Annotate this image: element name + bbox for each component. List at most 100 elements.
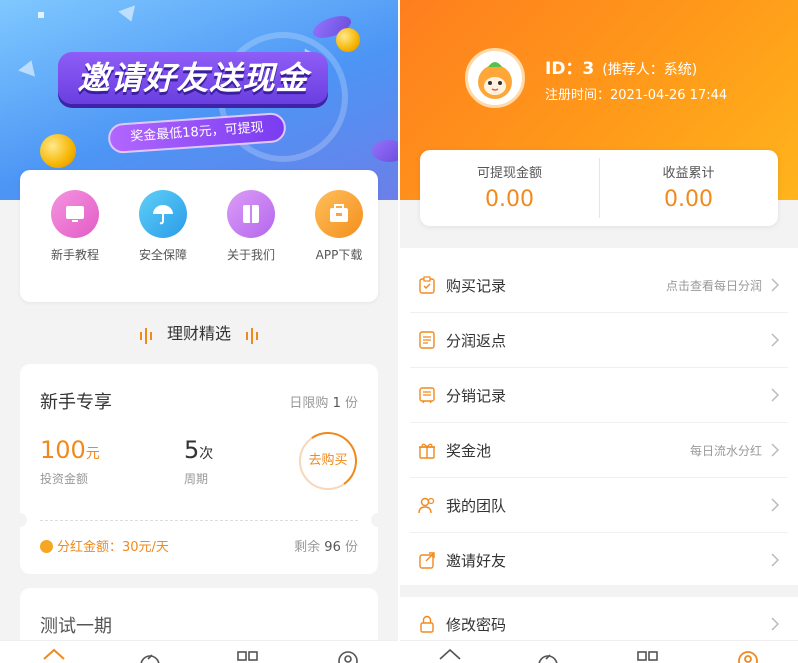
quick-link-label: 新手教程	[50, 248, 99, 262]
home-icon[interactable]	[438, 647, 462, 663]
clipboard-icon	[419, 276, 435, 294]
product-name: 测试一期	[40, 616, 112, 637]
home-screen: 邀请好友送现金 奖金最低18元，可提现 新手教程 安全保障 关于我们 APP下载…	[0, 0, 398, 663]
investment-amount: 100元	[40, 436, 100, 464]
ticket-notch	[371, 513, 385, 527]
product-name: 新手专享	[40, 392, 112, 413]
quick-link-tutorial[interactable]: 新手教程	[40, 190, 110, 263]
user-icon[interactable]	[736, 647, 760, 663]
progress-arc	[294, 427, 362, 495]
dividend-amount: 分红金额：30元/天	[40, 536, 169, 555]
menu-item-label: 购买记录	[446, 277, 507, 295]
quick-link-label: 关于我们	[226, 248, 275, 262]
menu-item-invite-friends[interactable]: 邀请好友	[410, 533, 788, 588]
document-icon	[419, 331, 435, 349]
grid-icon[interactable]	[636, 647, 660, 663]
decoration-triangle	[118, 5, 140, 25]
menu-item-label: 修改密码	[446, 616, 507, 634]
quick-links-card: 新手教程 安全保障 关于我们 APP下载	[20, 170, 378, 302]
finance-icon[interactable]	[138, 647, 162, 663]
profile-screen: ID：3 (推荐人：系统) 注册时间：2021-04-26 17:44 可提现金额…	[400, 0, 798, 663]
product-card[interactable]: 新手专享 日限购 1 份 100元 投资金额 5次 周期 去购买 分红金额：30…	[13, 364, 385, 574]
chevron-right-icon	[771, 278, 780, 292]
total-earnings[interactable]: 收益累计 0.00	[599, 162, 778, 212]
menu-item-distribution-records[interactable]: 分销记录	[410, 368, 788, 423]
referrer-text: (推荐人：系统)	[602, 62, 698, 78]
period-value: 5	[184, 436, 200, 464]
user-icon[interactable]	[336, 647, 360, 663]
lock-icon	[420, 615, 434, 633]
investment-amount-unit: 元	[85, 446, 100, 462]
period: 5次	[184, 436, 213, 464]
menu-item-label: 分销记录	[446, 387, 507, 405]
quick-link-label: APP下载	[315, 248, 363, 262]
investment-amount-label: 投资金额	[40, 472, 89, 486]
remaining-unit: 份	[344, 540, 358, 555]
chevron-right-icon	[771, 333, 780, 347]
register-time: 注册时间：2021-04-26 17:44	[545, 88, 728, 103]
purchase-limit: 日限购 1 份	[289, 392, 358, 411]
chevron-right-icon	[771, 388, 780, 402]
menu-item-label: 分润返点	[446, 332, 507, 350]
quick-link-label: 安全保障	[138, 248, 187, 262]
period-label: 周期	[184, 472, 209, 486]
coin-icon	[336, 28, 360, 52]
quick-link-app-download[interactable]: APP下载	[304, 190, 374, 263]
menu-item-label: 邀请好友	[446, 552, 507, 570]
withdrawable-value: 0.00	[485, 187, 534, 212]
balance-card: 可提现金额 0.00 收益累计 0.00	[420, 150, 778, 226]
buy-button[interactable]: 去购买	[294, 427, 362, 495]
remaining-prefix: 剩余	[294, 540, 321, 555]
avatar[interactable]	[465, 48, 525, 108]
period-unit: 次	[199, 446, 214, 462]
withdrawable-balance[interactable]: 可提现金额 0.00	[420, 162, 599, 212]
finance-icon[interactable]	[536, 647, 560, 663]
earnings-label: 收益累计	[662, 166, 715, 181]
list-doc-icon	[419, 387, 435, 404]
section-title: 理财精选	[0, 320, 398, 344]
menu-item-purchase-records[interactable]: 购买记录 点击查看每日分润	[410, 258, 788, 313]
tab-bar	[0, 640, 398, 663]
monitor-icon	[51, 190, 99, 238]
menu-item-hint: 每日流水分红	[689, 444, 762, 458]
book-icon	[227, 190, 275, 238]
menu-item-label: 奖金池	[446, 442, 492, 460]
gift-box-icon	[419, 443, 435, 459]
user-id: ID：3 (推荐人：系统)	[545, 54, 697, 79]
section-title-text: 理财精选	[166, 324, 231, 343]
grid-icon[interactable]	[236, 647, 260, 663]
chevron-right-icon	[771, 553, 780, 567]
dividend-amount-text: 分红金额：30元/天	[57, 540, 169, 555]
remaining-value: 96	[324, 540, 341, 555]
chevron-right-icon	[771, 498, 780, 512]
menu-item-bonus-pool[interactable]: 奖金池 每日流水分红	[410, 423, 788, 478]
investment-amount-value: 100	[40, 436, 86, 464]
decoration-blob	[372, 140, 398, 162]
withdrawable-label: 可提现金额	[476, 166, 542, 181]
section-gap	[400, 585, 798, 597]
home-icon[interactable]	[42, 647, 66, 663]
quick-link-about[interactable]: 关于我们	[216, 190, 286, 263]
decoration-bars-icon	[244, 325, 259, 344]
purchase-limit-prefix: 日限购	[289, 396, 329, 411]
menu-item-my-team[interactable]: 我的团队	[410, 478, 788, 533]
profile-menu: 购买记录 点击查看每日分润 分润返点 分销记录 奖金池 每日流水分红 我的团队	[410, 258, 788, 588]
remaining-stock: 剩余 96 份	[294, 536, 358, 555]
purchase-limit-unit: 份	[344, 396, 358, 411]
download-box-icon	[315, 190, 363, 238]
ticket-notch	[13, 513, 27, 527]
decoration-bars-icon	[139, 325, 154, 344]
banner-title: 邀请好友送现金	[58, 52, 328, 104]
tab-bar	[400, 640, 798, 663]
earnings-value: 0.00	[664, 187, 713, 212]
umbrella-icon	[139, 190, 187, 238]
menu-item-hint: 点击查看每日分润	[665, 279, 762, 293]
decoration-triangle	[18, 57, 40, 77]
quick-link-security[interactable]: 安全保障	[128, 190, 198, 263]
purchase-limit-value: 1	[332, 396, 341, 411]
coin-icon	[40, 540, 53, 553]
coin-icon	[40, 134, 76, 168]
menu-item-profit-rebate[interactable]: 分润返点	[410, 313, 788, 368]
chevron-right-icon	[771, 617, 780, 631]
decoration-dot	[38, 12, 44, 18]
